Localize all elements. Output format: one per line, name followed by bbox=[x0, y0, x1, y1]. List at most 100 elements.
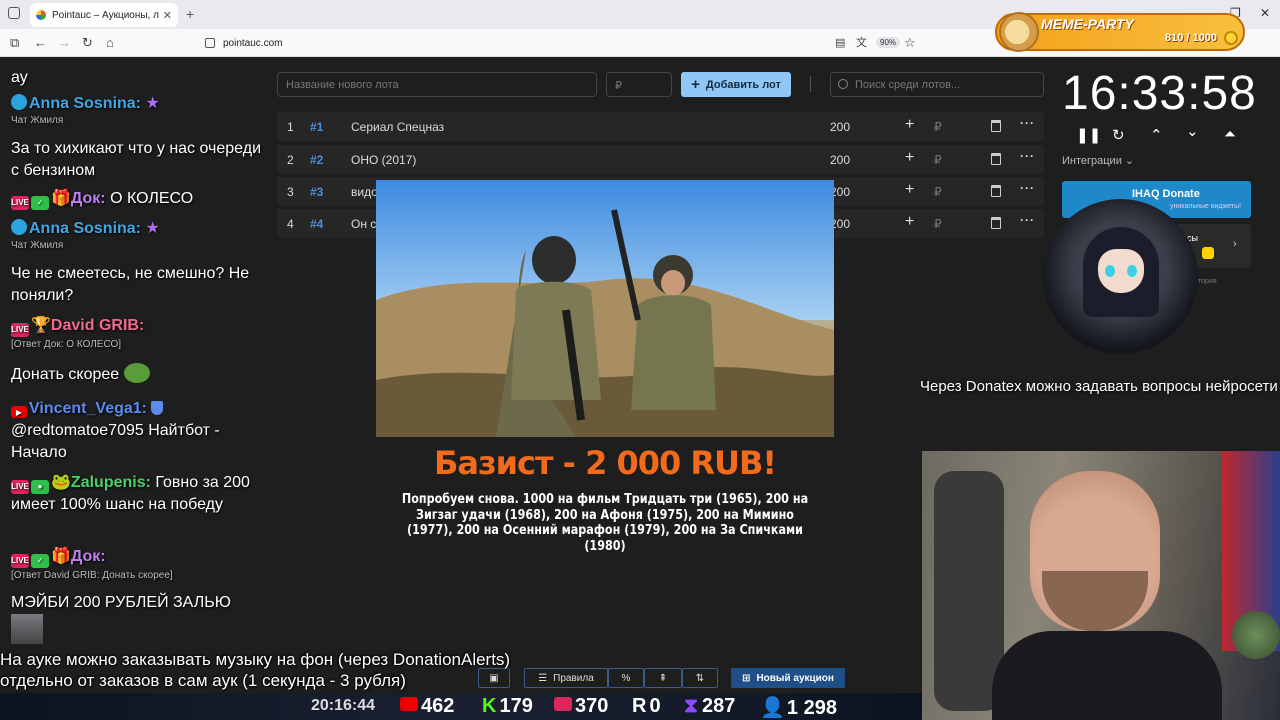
pause-icon[interactable]: ❚❚ bbox=[1076, 126, 1101, 144]
youtube-viewers: 462 bbox=[400, 695, 454, 718]
new-auction-button[interactable]: ⊞ Новый аукцион bbox=[731, 668, 845, 688]
close-window-icon[interactable]: ✕ bbox=[1260, 6, 1270, 20]
chat-nick: Anna Sosnina: bbox=[29, 95, 142, 112]
chat-text: Че не смеетесь, не смешно? Не поняли? bbox=[11, 265, 250, 304]
lot-name[interactable]: Сериал Спецназ bbox=[351, 120, 444, 134]
search-icon bbox=[838, 79, 848, 89]
translate-icon[interactable]: 文 bbox=[856, 35, 867, 51]
lot-name[interactable]: ОНО (2017) bbox=[351, 153, 416, 167]
back-icon[interactable]: ← bbox=[34, 35, 47, 51]
lot-price-input[interactable]: ₽ bbox=[606, 72, 672, 97]
rutube-viewers: R0 bbox=[632, 695, 661, 718]
integration-logo-icon bbox=[1202, 247, 1214, 259]
add-amount-icon[interactable]: + bbox=[905, 213, 914, 231]
trash-icon[interactable] bbox=[991, 185, 1001, 197]
lot-id: #4 bbox=[310, 217, 324, 231]
ruble-icon[interactable]: ₽ bbox=[934, 153, 942, 167]
double-chevron-up-icon[interactable]: ⏶ bbox=[1224, 126, 1236, 143]
more-icon[interactable]: ··· bbox=[1020, 181, 1035, 195]
ruble-icon[interactable]: ₽ bbox=[934, 120, 942, 134]
lot-search-input[interactable]: Поиск среди лотов... bbox=[830, 72, 1044, 97]
chat-source: Чат Жмиля bbox=[11, 240, 64, 251]
integrations-label: Интеграции bbox=[1062, 155, 1122, 167]
live-viewers: 370 bbox=[554, 695, 608, 718]
reader-view-icon[interactable]: ▤ bbox=[835, 35, 845, 51]
add-lot-button[interactable]: + Добавить лот bbox=[681, 72, 791, 97]
gift-icon: 🎁 bbox=[51, 190, 71, 207]
chat-message: ▶ Vincent_Vega1: @redtomatoe7095 Найтбот … bbox=[11, 398, 261, 464]
gift-icon: 🎁 bbox=[51, 548, 71, 565]
new-tab-icon[interactable]: + bbox=[186, 6, 194, 22]
ruble-icon[interactable]: ₽ bbox=[934, 185, 942, 199]
trash-icon[interactable] bbox=[991, 153, 1001, 165]
donatex-caption: Через Donatex можно задавать вопросы ней… bbox=[920, 378, 1278, 395]
chat-message: Донать скорее bbox=[11, 363, 261, 386]
site-info-icon[interactable] bbox=[205, 38, 215, 48]
more-icon[interactable]: ··· bbox=[1020, 213, 1035, 227]
lot-row[interactable]: 2 #2 ОНО (2017) 200 + ₽ ··· bbox=[277, 145, 1044, 174]
rutube-icon: R bbox=[632, 695, 647, 717]
trash-icon[interactable] bbox=[991, 217, 1001, 229]
chat-message: Че не смеетесь, не смешно? Не поняли? bbox=[11, 263, 261, 307]
telegram-icon bbox=[11, 94, 27, 110]
lot-row[interactable]: 1 #1 Сериал Спецназ 200 + ₽ ··· bbox=[277, 112, 1044, 141]
trash-icon[interactable] bbox=[991, 120, 1001, 132]
chat-message: LIVE 🏆David GRIB: [Ответ Док: О КОЛЕСО] bbox=[11, 315, 261, 351]
lot-amount: 200 bbox=[830, 120, 851, 134]
webcam-feed bbox=[922, 451, 1280, 720]
chat-message: МЭЙБИ 200 РУБЛЕЙ ЗАЛЬЮ bbox=[11, 592, 261, 614]
more-icon[interactable]: ··· bbox=[1020, 116, 1035, 130]
reload-icon[interactable]: ↻ bbox=[82, 35, 93, 51]
zoom-level[interactable]: 90% bbox=[876, 37, 901, 48]
telegram-icon bbox=[11, 219, 27, 235]
doge-icon bbox=[999, 12, 1039, 52]
donation-message: Попробуем снова. 1000 на фильм Тридцать … bbox=[401, 492, 809, 554]
add-amount-icon[interactable]: + bbox=[905, 149, 914, 167]
info-ticker: На ауке можно заказывать музыку на фон (… bbox=[0, 649, 510, 691]
forward-icon[interactable]: → bbox=[58, 35, 71, 51]
ticker-line: отдельно от заказов в сам аук (1 секунда… bbox=[0, 671, 406, 690]
ihaq-title: IHAQ Donate bbox=[1132, 188, 1200, 200]
lot-name-input[interactable]: Название нового лота bbox=[277, 72, 597, 97]
address-bar[interactable]: pointauc.com bbox=[205, 33, 925, 53]
integrations-dropdown[interactable]: Интеграции ⌄ bbox=[1062, 154, 1134, 167]
vtuber-avatar bbox=[1043, 199, 1198, 354]
webcam-globe bbox=[1232, 611, 1280, 659]
home-icon[interactable]: ⌂ bbox=[106, 35, 114, 51]
tab-list-icon[interactable] bbox=[8, 7, 20, 19]
chevron-up-icon[interactable]: ⌃ bbox=[1150, 126, 1163, 144]
lot-name[interactable]: видо bbox=[351, 185, 378, 199]
browser-tab[interactable]: Pointauc – Аукционы, лотереи ✕ bbox=[30, 3, 178, 27]
bookmark-star-icon[interactable]: ☆ bbox=[904, 35, 916, 51]
search-placeholder: Поиск среди лотов... bbox=[855, 79, 961, 91]
chat-text: ау bbox=[11, 69, 28, 86]
sort-icon[interactable]: ⇅ bbox=[682, 668, 718, 688]
lot-amount: 200 bbox=[830, 153, 851, 167]
reset-icon[interactable]: ↻ bbox=[1112, 126, 1125, 144]
chat-nick: Vincent_Vega1: bbox=[29, 400, 147, 417]
chat-text: О КОЛЕСО bbox=[110, 190, 194, 207]
chat-message: За то хихикают что у нас очереди с бензи… bbox=[11, 138, 261, 182]
youtube-icon: ▶ bbox=[11, 406, 27, 418]
share-icon[interactable]: ⧉ bbox=[10, 35, 19, 51]
add-amount-icon[interactable]: + bbox=[905, 181, 914, 199]
lot-name[interactable]: Он с bbox=[351, 217, 376, 231]
new-auction-label: Новый аукцион bbox=[756, 672, 834, 684]
split-icon[interactable]: ⇞ bbox=[644, 668, 682, 688]
add-amount-icon[interactable]: + bbox=[905, 116, 914, 134]
percent-button[interactable]: % bbox=[608, 668, 644, 688]
rules-button[interactable]: ☰ Правила bbox=[524, 668, 608, 688]
donation-title: Базист - 2 000 RUB! bbox=[433, 444, 777, 482]
ruble-icon[interactable]: ₽ bbox=[934, 217, 942, 231]
twitch-icon: ⧗ bbox=[684, 695, 699, 717]
live-icon bbox=[554, 697, 572, 711]
trophy-icon: 🏆 bbox=[31, 317, 51, 334]
history-link[interactable]: тория bbox=[1198, 278, 1217, 285]
chat-message: LIVE ✓ 🎁Док: О КОЛЕСО bbox=[11, 188, 261, 210]
more-icon[interactable]: ··· bbox=[1020, 149, 1035, 163]
chat-text: Донать скорее bbox=[11, 366, 120, 383]
close-tab-icon[interactable]: ✕ bbox=[163, 9, 172, 22]
chat-message: LIVE ● 🐸Zalupenis: Говно за 200 имеет 100%… bbox=[11, 472, 261, 516]
chevron-down-icon: ⌄ bbox=[1124, 155, 1135, 167]
chevron-down-icon[interactable]: ⌄ bbox=[1186, 122, 1199, 140]
